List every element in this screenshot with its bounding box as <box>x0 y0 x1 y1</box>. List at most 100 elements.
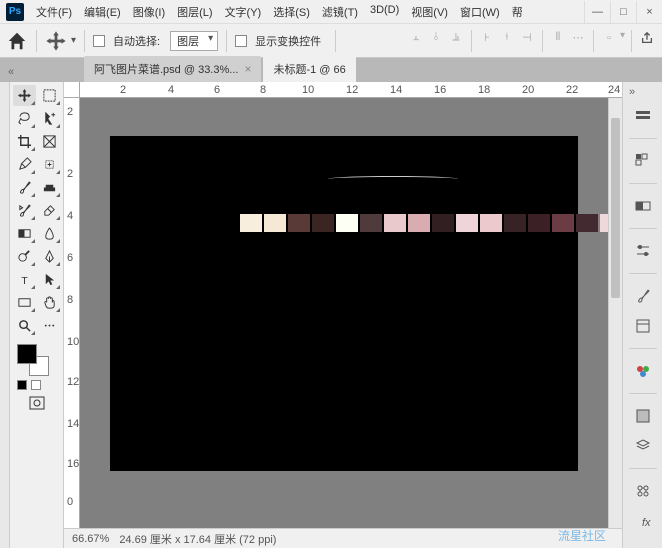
hand-tool[interactable] <box>38 292 61 313</box>
ruler-origin[interactable] <box>64 82 80 98</box>
auto-select-checkbox[interactable] <box>93 35 105 47</box>
distribute-h-icon[interactable]: ⦀ <box>549 30 567 46</box>
foreground-color[interactable] <box>17 344 37 364</box>
menu-image[interactable]: 图像(I) <box>127 0 171 24</box>
quick-select-tool[interactable] <box>38 108 61 129</box>
lasso-tool[interactable] <box>13 108 36 129</box>
zoom-level[interactable]: 66.67% <box>72 533 109 545</box>
vertical-scrollbar[interactable] <box>608 98 622 528</box>
libraries-panel-icon[interactable] <box>629 359 657 383</box>
eyedropper-tool[interactable] <box>13 154 36 175</box>
eraser-tool[interactable] <box>38 200 61 221</box>
align-top-icon[interactable]: ⫠ <box>407 30 425 46</box>
color-panel-icon[interactable] <box>629 104 657 128</box>
color-swatches[interactable] <box>13 342 60 378</box>
distribute-more-icon[interactable]: ⋯ <box>569 30 587 46</box>
align-right-icon[interactable]: ⊣ <box>518 30 536 46</box>
share-icon[interactable] <box>638 30 656 46</box>
dodge-tool[interactable] <box>13 246 36 267</box>
document-tab[interactable]: 阿飞图片菜谱.psd @ 33.3%... × <box>84 56 261 82</box>
minimize-button[interactable]: — <box>584 1 610 23</box>
3d-mode-icon[interactable]: ▫ <box>600 30 618 46</box>
frame-tool[interactable] <box>38 131 61 152</box>
collapse-arrow-icon[interactable]: « <box>4 62 24 82</box>
brush-tool[interactable] <box>13 177 36 198</box>
rectangle-tool[interactable] <box>13 292 36 313</box>
clone-stamp-tool[interactable] <box>38 177 61 198</box>
canvas-pixel <box>360 214 382 232</box>
document-tab[interactable]: 未标题-1 @ 66 <box>263 56 355 82</box>
canvas-pixel <box>264 214 286 232</box>
canvas-pixel <box>528 214 550 232</box>
canvas-pixel <box>576 214 598 232</box>
close-button[interactable]: × <box>636 1 662 23</box>
canvas[interactable] <box>110 136 578 471</box>
channels-panel-icon[interactable] <box>629 479 657 503</box>
swap-colors-icon[interactable] <box>31 380 41 390</box>
horizontal-ruler[interactable]: 24 68 1012 1416 1820 2224 <box>80 82 622 98</box>
brushes-panel-icon[interactable] <box>629 284 657 308</box>
crop-tool[interactable] <box>13 131 36 152</box>
menu-select[interactable]: 选择(S) <box>267 0 316 24</box>
viewport[interactable] <box>80 98 608 528</box>
toolbox: T <box>10 82 64 548</box>
canvas-pixel <box>336 214 358 232</box>
vertical-ruler[interactable]: 22 46 810 1214 160 <box>64 98 80 528</box>
align-bottom-icon[interactable]: ⫡ <box>447 30 465 46</box>
app-logo: Ps <box>6 3 24 21</box>
spot-heal-tool[interactable] <box>38 154 61 175</box>
main-area: T 24 68 1012 1416 1820 2224 <box>0 82 662 548</box>
menu-view[interactable]: 视图(V) <box>405 0 454 24</box>
canvas-content <box>240 214 608 232</box>
left-collapse-strip[interactable] <box>0 82 10 548</box>
collapse-arrow-icon[interactable]: » <box>623 86 635 98</box>
blur-tool[interactable] <box>38 223 61 244</box>
svg-text:fx: fx <box>642 517 651 529</box>
move-tool[interactable] <box>13 85 36 106</box>
menu-file[interactable]: 文件(F) <box>30 0 78 24</box>
menu-3d[interactable]: 3D(D) <box>364 0 405 24</box>
titlebar: Ps 文件(F) 编辑(E) 图像(I) 图层(L) 文字(Y) 选择(S) 滤… <box>0 0 662 24</box>
path-select-tool[interactable] <box>38 269 61 290</box>
maximize-button[interactable]: □ <box>610 1 636 23</box>
history-panel-icon[interactable] <box>629 314 657 338</box>
canvas-stroke <box>328 176 458 182</box>
auto-select-label: 自动选择: <box>113 33 160 49</box>
pen-tool[interactable] <box>38 246 61 267</box>
dropdown-arrow-icon[interactable]: ▾ <box>620 30 625 52</box>
paths-panel-icon[interactable]: fx <box>629 509 657 533</box>
tab-close-icon[interactable]: × <box>244 63 251 75</box>
adjustments-panel-icon[interactable] <box>629 239 657 263</box>
transform-checkbox[interactable] <box>235 35 247 47</box>
properties-panel-icon[interactable] <box>629 404 657 428</box>
align-left-icon[interactable]: ⊦ <box>478 30 496 46</box>
default-colors-icon[interactable] <box>17 380 27 390</box>
layers-panel-icon[interactable] <box>629 434 657 458</box>
align-vcenter-icon[interactable]: ⫰ <box>427 30 445 46</box>
menu-layer[interactable]: 图层(L) <box>171 0 218 24</box>
dropdown-arrow-icon[interactable]: ▾ <box>71 35 76 46</box>
menu-help[interactable]: 帮 <box>506 0 529 24</box>
scrollbar-thumb[interactable] <box>611 118 620 298</box>
swatches-panel-icon[interactable] <box>629 149 657 173</box>
window-controls: — □ × <box>584 1 662 23</box>
menu-type[interactable]: 文字(Y) <box>219 0 268 24</box>
home-button[interactable] <box>6 30 28 52</box>
gradient-tool[interactable] <box>13 223 36 244</box>
tab-label: 阿飞图片菜谱.psd @ 33.3%... <box>94 61 238 77</box>
marquee-tool[interactable] <box>38 85 61 106</box>
gradients-panel-icon[interactable] <box>629 194 657 218</box>
zoom-tool[interactable] <box>13 315 36 336</box>
menu-window[interactable]: 窗口(W) <box>454 0 506 24</box>
align-hcenter-icon[interactable]: ⫮ <box>498 30 516 46</box>
menu-filter[interactable]: 滤镜(T) <box>316 0 364 24</box>
separator <box>226 30 227 52</box>
move-tool-icon[interactable] <box>45 30 67 52</box>
menu-edit[interactable]: 编辑(E) <box>78 0 127 24</box>
quick-mask-button[interactable] <box>13 396 60 410</box>
edit-toolbar-button[interactable] <box>38 315 61 336</box>
layer-select[interactable]: 图层 <box>170 31 218 51</box>
type-tool[interactable]: T <box>13 269 36 290</box>
history-brush-tool[interactable] <box>13 200 36 221</box>
transform-label: 显示变换控件 <box>255 33 321 49</box>
